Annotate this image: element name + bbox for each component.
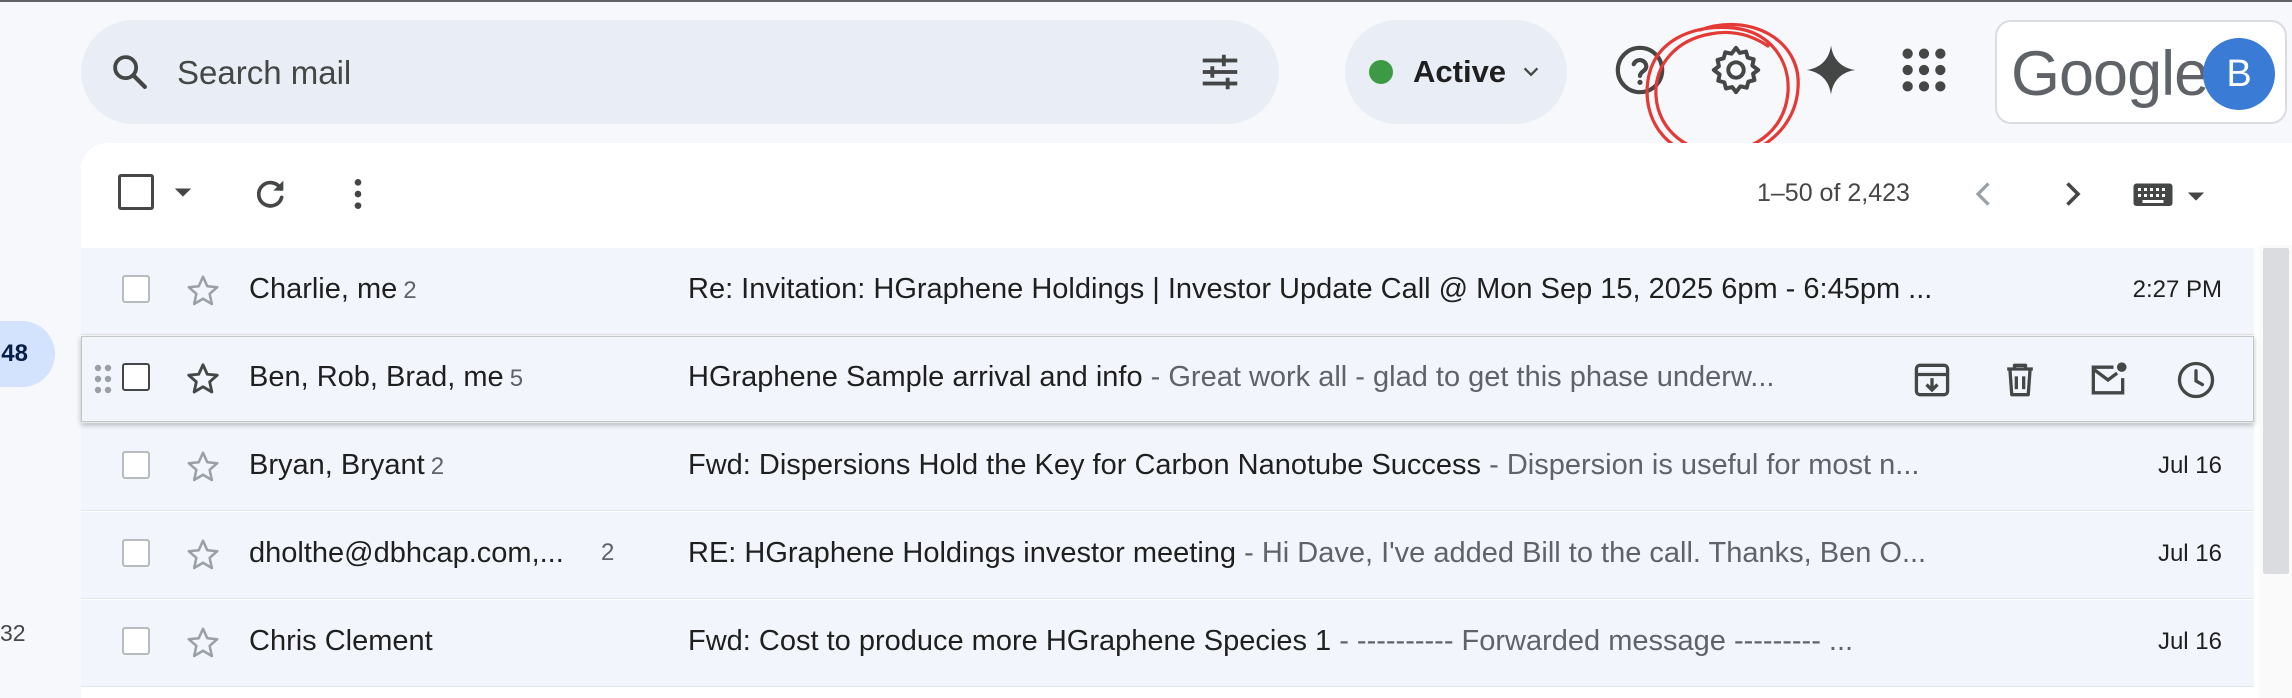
star-icon[interactable] <box>184 272 222 310</box>
status-dot <box>1369 60 1393 84</box>
subject-text: RE: HGraphene Holdings investor meeting <box>688 537 1237 569</box>
email-row[interactable]: Charlie, me 2 Re: Invitation: HGraphene H… <box>81 248 2254 335</box>
email-sender: Ben, Rob, Brad, me 5 <box>249 361 523 394</box>
email-row[interactable]: Chris Clement Fwd: Cost to produce more … <box>81 600 2254 687</box>
email-subject: Fwd: Dispersions Hold the Key for Carbon… <box>688 449 2088 482</box>
email-subject: Re: Invitation: HGraphene Holdings | Inv… <box>688 273 2088 306</box>
settings-icon[interactable] <box>1708 42 1764 98</box>
google-logo: Google <box>2011 39 2209 109</box>
row-checkbox[interactable] <box>122 627 150 655</box>
email-snippet: - Hi Dave, I've added Bill to the call. … <box>1236 537 1927 569</box>
chevron-down-icon <box>1523 67 1539 77</box>
nav-unread-badge[interactable]: 48 <box>0 321 55 387</box>
thread-count: 2 <box>430 453 445 480</box>
email-row[interactable]: dholthe@dbhcap.com,... 2 RE: HGraphene H… <box>81 512 2254 599</box>
star-icon[interactable] <box>184 536 222 574</box>
email-row[interactable]: Bryan, Bryant 2 Fwd: Dispersions Hold the… <box>81 424 2254 511</box>
email-sender: dholthe@dbhcap.com,... <box>249 537 564 570</box>
thread-count: 5 <box>509 365 524 392</box>
subject-text: Re: Invitation: HGraphene Holdings | Inv… <box>688 273 1933 305</box>
status-label: Active <box>1413 54 1507 89</box>
input-tools-dropdown-icon[interactable] <box>2182 182 2210 210</box>
sender-names: Charlie, me <box>249 273 398 305</box>
avatar[interactable]: B <box>2203 38 2275 110</box>
select-all-checkbox[interactable] <box>118 174 154 210</box>
account-switcher[interactable]: Google B <box>1995 20 2287 124</box>
email-sender: Chris Clement <box>249 625 433 658</box>
scrollbar-thumb[interactable] <box>2263 248 2289 574</box>
drag-handle-icon[interactable] <box>93 362 113 396</box>
gemini-icon[interactable] <box>1803 42 1859 98</box>
email-subject: HGraphene Sample arrival and info - Grea… <box>688 361 1958 394</box>
nav-unread-count: 48 <box>1 340 28 367</box>
email-subject: Fwd: Cost to produce more HGraphene Spec… <box>688 625 2088 658</box>
refresh-icon[interactable] <box>250 174 290 214</box>
window-top-border <box>0 0 2292 2</box>
help-icon[interactable] <box>1612 42 1668 98</box>
older-chevron-icon[interactable] <box>2054 176 2090 212</box>
email-date: 2:27 PM <box>2132 276 2222 303</box>
email-date: Jul 16 <box>2157 628 2222 655</box>
subject-text: Fwd: Cost to produce more HGraphene Spec… <box>688 625 1332 657</box>
search-options-icon[interactable] <box>1197 49 1243 95</box>
subject-text: Fwd: Dispersions Hold the Key for Carbon… <box>688 449 1482 481</box>
email-snippet: - Dispersion is useful for most n... <box>1481 449 1920 481</box>
select-dropdown-icon[interactable] <box>169 178 197 206</box>
more-options-icon[interactable] <box>338 174 378 214</box>
nav-item-count: 32 <box>0 620 26 646</box>
search-icon[interactable] <box>109 51 151 93</box>
delete-icon[interactable] <box>1998 358 2042 402</box>
row-checkbox[interactable] <box>122 275 150 303</box>
snooze-icon[interactable] <box>2174 358 2218 402</box>
thread-count: 2 <box>601 539 615 566</box>
email-snippet: - ---------- Forwarded message ---------… <box>1331 625 1854 657</box>
search-bar[interactable]: Search mail <box>81 20 1279 124</box>
email-sender: Bryan, Bryant 2 <box>249 449 444 482</box>
row-checkbox[interactable] <box>122 363 150 391</box>
thread-count: 2 <box>403 277 417 304</box>
email-snippet: - Great work all - glad to get this phas… <box>1142 361 1775 393</box>
sender-names: dholthe@dbhcap.com,... <box>249 537 564 569</box>
email-row[interactable]: Ben, Rob, Brad, me 5 HGraphene Sample arr… <box>81 336 2254 423</box>
apps-icon[interactable] <box>1896 42 1952 98</box>
sender-names: Ben, Rob, Brad, me <box>249 361 504 393</box>
email-date: Jul 16 <box>2157 452 2222 479</box>
star-icon[interactable] <box>184 448 222 486</box>
pagination-label: 1–50 of 2,423 <box>1757 179 1910 207</box>
search-input[interactable]: Search mail <box>177 54 351 92</box>
keyboard-icon[interactable] <box>2132 178 2174 210</box>
sender-names: Bryan, Bryant <box>249 449 425 481</box>
email-sender: Charlie, me 2 <box>249 273 417 306</box>
email-subject: RE: HGraphene Holdings investor meeting … <box>688 537 2088 570</box>
row-checkbox[interactable] <box>122 451 150 479</box>
email-date: Jul 16 <box>2157 540 2222 567</box>
subject-text: HGraphene Sample arrival and info <box>688 361 1143 393</box>
status-chip[interactable]: Active <box>1345 20 1567 124</box>
newer-chevron-icon[interactable] <box>1966 176 2002 212</box>
star-icon[interactable] <box>184 624 222 662</box>
mark-unread-icon[interactable] <box>2086 358 2130 402</box>
sender-names: Chris Clement <box>249 625 433 657</box>
row-checkbox[interactable] <box>122 539 150 567</box>
archive-icon[interactable] <box>1910 358 1954 402</box>
star-icon[interactable] <box>184 360 222 398</box>
